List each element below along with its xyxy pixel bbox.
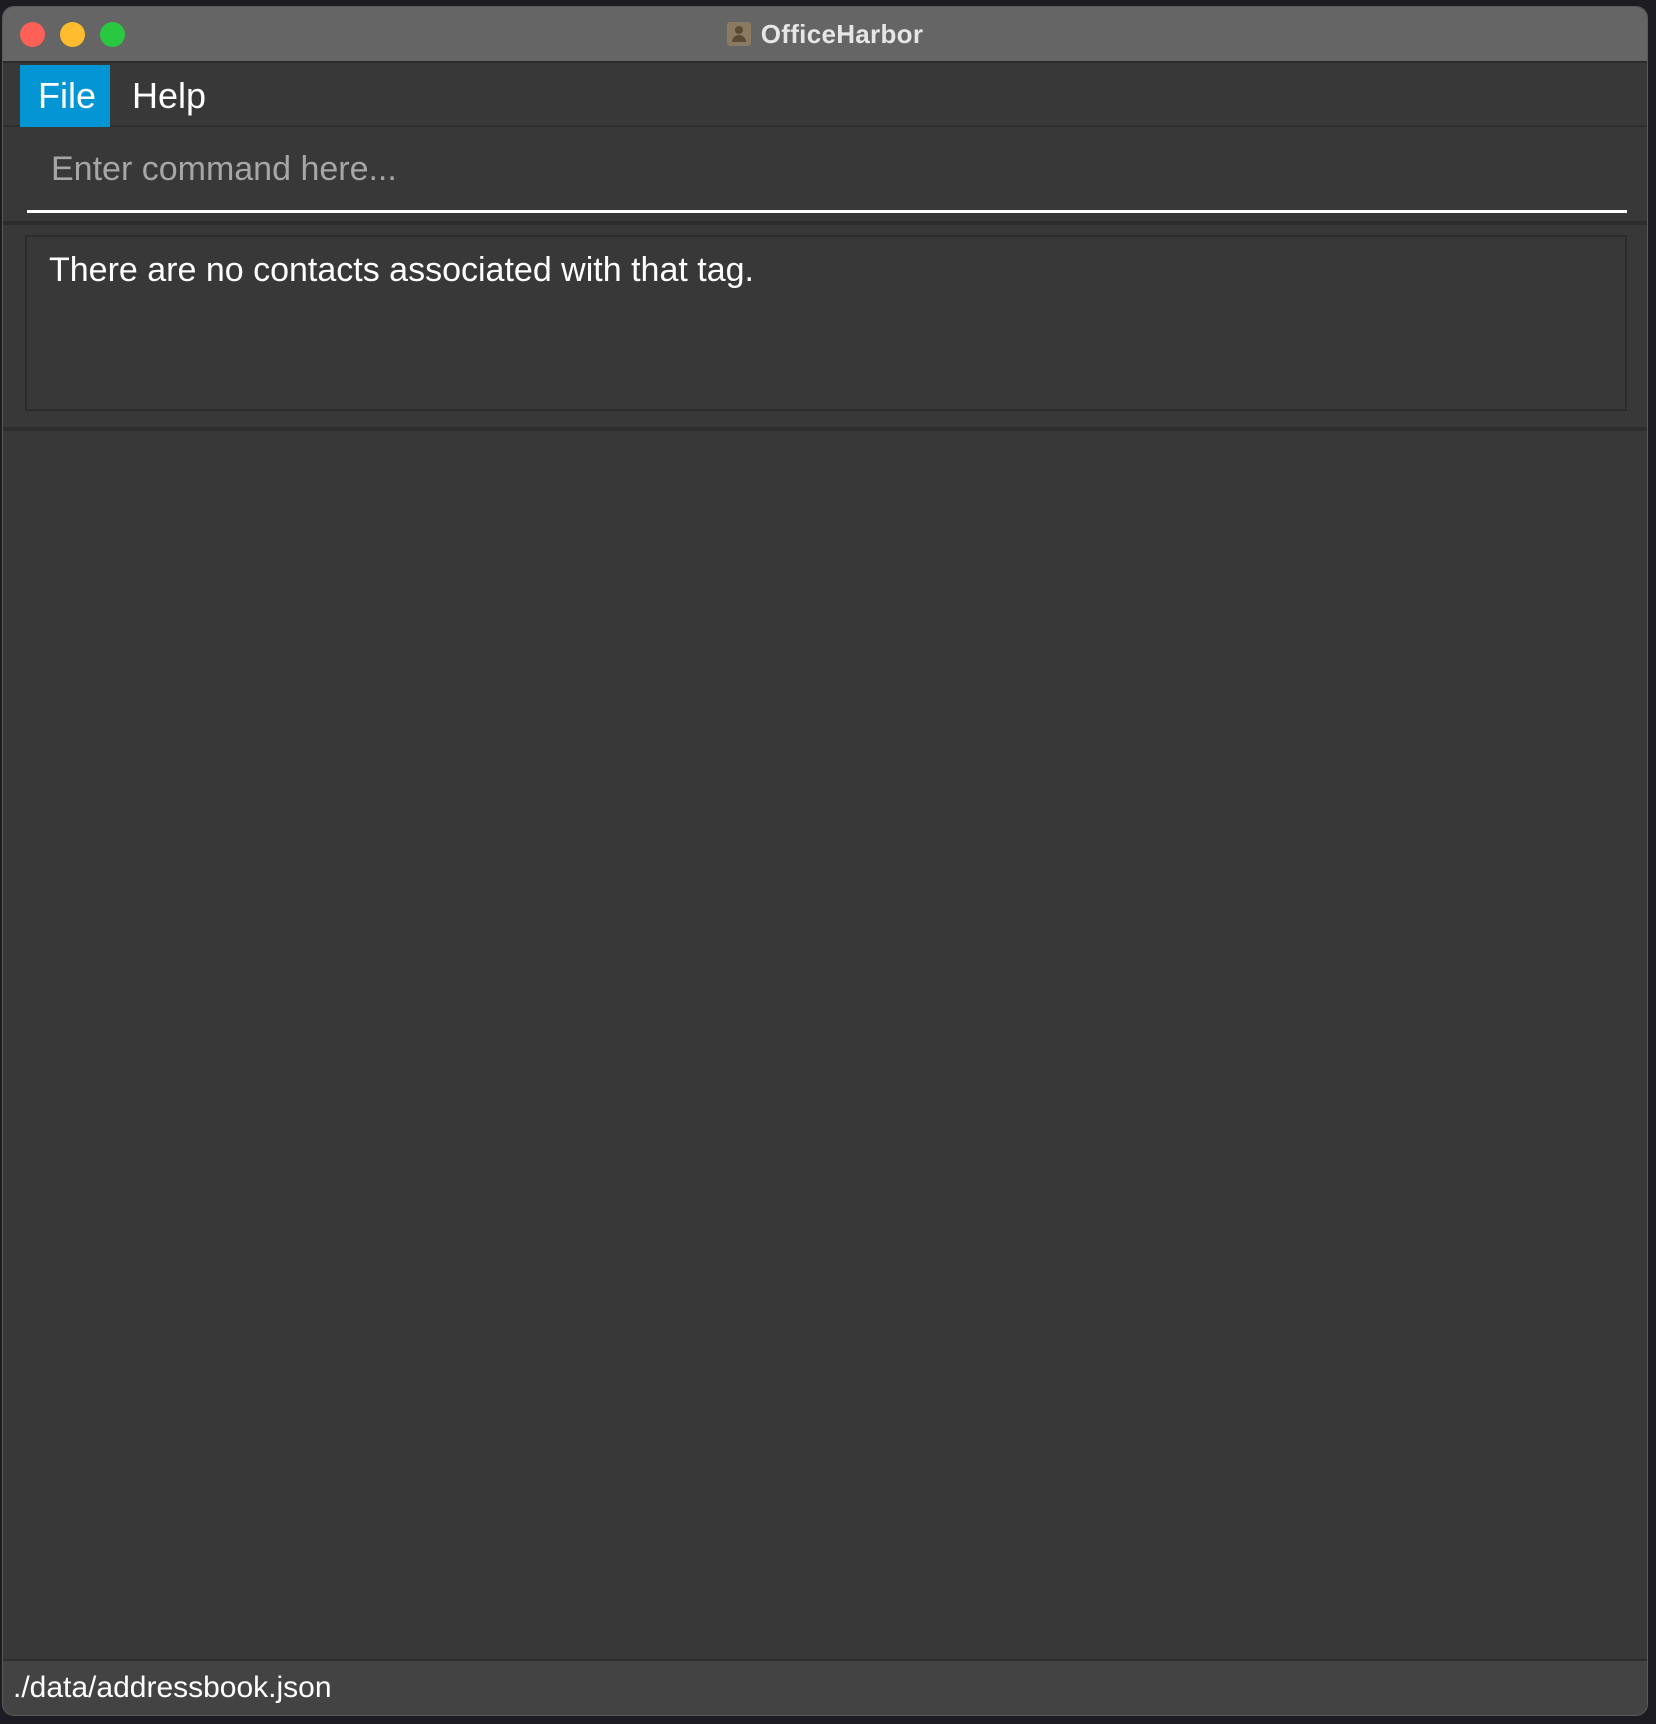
menu-bar: File Help xyxy=(3,63,1647,127)
command-input[interactable] xyxy=(27,129,1627,213)
window-title-group: OfficeHarbor xyxy=(3,7,1647,61)
app-window: OfficeHarbor File Help There are no cont… xyxy=(2,6,1648,1716)
command-box xyxy=(3,129,1647,225)
menu-file[interactable]: File xyxy=(20,65,110,127)
menu-help[interactable]: Help xyxy=(114,65,224,127)
title-bar[interactable]: OfficeHarbor xyxy=(3,7,1647,63)
window-title: OfficeHarbor xyxy=(760,18,924,49)
contact-list-panel[interactable] xyxy=(3,431,1647,1663)
result-display-section: There are no contacts associated with th… xyxy=(3,225,1647,431)
save-location-path: ./data/addressbook.json xyxy=(13,1671,332,1704)
status-bar: ./data/addressbook.json xyxy=(3,1659,1647,1715)
contact-book-icon xyxy=(726,22,751,46)
result-message: There are no contacts associated with th… xyxy=(49,251,754,289)
result-display[interactable]: There are no contacts associated with th… xyxy=(25,235,1627,411)
